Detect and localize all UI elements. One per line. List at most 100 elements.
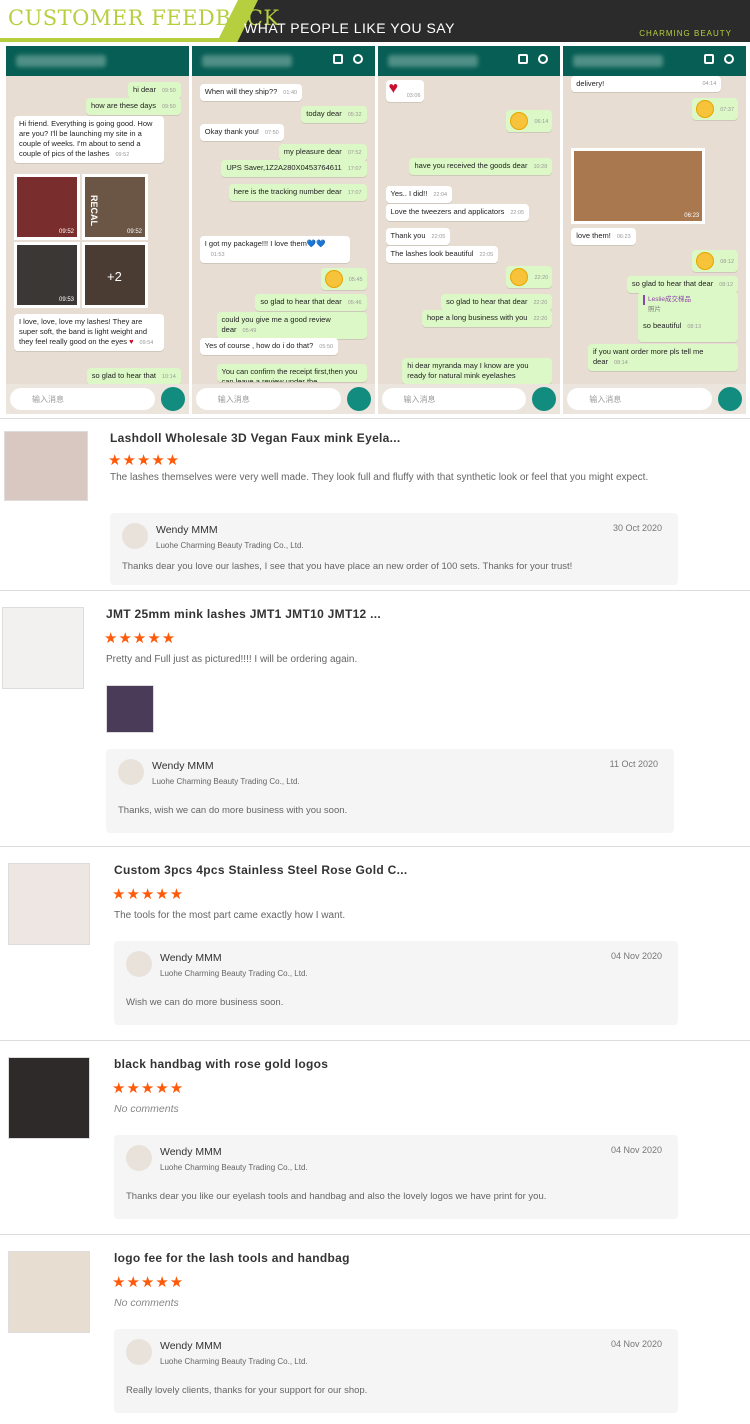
chat-message: delivery! 04:14: [571, 76, 722, 92]
video-call-icon[interactable]: [332, 54, 343, 64]
reply-text: Thanks dear you like our eyelash tools a…: [126, 1191, 547, 1202]
no-comments-label: No comments: [114, 1297, 179, 1309]
review-item: logo fee for the lash tools and handbag …: [0, 1234, 750, 1424]
chat-message: The lashes look beautiful 22:05: [385, 246, 499, 263]
kiss-emoji-icon: [510, 268, 529, 286]
chat-header: [6, 46, 189, 76]
mic-icon[interactable]: [346, 387, 371, 411]
product-thumbnail[interactable]: [2, 607, 84, 689]
reply-author: Wendy MMM: [156, 524, 218, 536]
chat-message: 06:14: [506, 110, 553, 132]
review-text: Pretty and Full just as pictured!!!! I w…: [106, 654, 358, 665]
reply-text: Thanks dear you love our lashes, I see t…: [122, 561, 573, 572]
chat-message: so glad to hear that dear 05:46: [255, 294, 367, 311]
reply-date: 30 Oct 2020: [612, 523, 662, 533]
seller-reply: Wendy MMM Luohe Charming Beauty Trading …: [114, 1329, 678, 1413]
avatar: [122, 523, 148, 549]
product-title[interactable]: Lashdoll Wholesale 3D Vegan Faux mink Ey…: [110, 431, 401, 445]
chat-message: my pleasure dear 07:52: [278, 144, 367, 161]
reply-text: Thanks, wish we can do more business wit…: [118, 805, 348, 816]
smile-emoji-icon: [696, 100, 715, 118]
chat-message: could you give me a good review dear 05:4…: [216, 312, 367, 339]
chat-screenshots: hi dear 09:50 how are these days 09:50 Hi …: [6, 46, 746, 414]
chat-message: hi dear 09:50: [128, 82, 181, 99]
chat-panel-4: delivery! 04:14 07:37 06:23 love them! 06:…: [563, 46, 746, 414]
feedback-banner: CUSTOMER FEEDBACK WHAT PEOPLE LIKE YOU S…: [0, 0, 750, 42]
chat-message: if you want order more pls tell me dear 0…: [588, 344, 738, 371]
heart-icon: ♥: [388, 80, 399, 97]
mic-icon[interactable]: [718, 387, 742, 411]
star-rating: ★★★★★: [104, 630, 177, 647]
reply-text: Wish we can do more business soon.: [126, 997, 284, 1008]
mic-icon[interactable]: [160, 387, 185, 411]
message-input[interactable]: 输入消息: [195, 388, 341, 410]
product-title[interactable]: Custom 3pcs 4pcs Stainless Steel Rose Go…: [114, 863, 408, 877]
star-rating: ★★★★★: [108, 452, 181, 469]
video-call-icon[interactable]: [704, 54, 714, 64]
lash-photo: 09:53: [14, 242, 80, 308]
chat-message: Okay thank you! 07:50: [199, 124, 284, 141]
phone-icon[interactable]: [538, 54, 549, 64]
chat-header: [191, 46, 375, 76]
mic-icon[interactable]: [532, 387, 557, 411]
product-title[interactable]: logo fee for the lash tools and handbag: [114, 1251, 350, 1265]
chat-message: today dear 05:32: [301, 106, 367, 123]
reply-author: Wendy MMM: [160, 952, 222, 964]
chat-message: Love the tweezers and applicators 22:05: [385, 204, 530, 221]
review-item: black handbag with rose gold logos ★★★★★…: [0, 1040, 750, 1234]
chat-input-bar: 输入消息: [6, 384, 189, 414]
product-thumbnail[interactable]: [8, 1057, 90, 1139]
smile-emoji-icon: [324, 270, 343, 288]
message-input[interactable]: 输入消息: [10, 388, 155, 410]
product-title[interactable]: JMT 25mm mink lashes JMT1 JMT10 JMT12 ..…: [106, 607, 381, 621]
chat-message: here is the tracking number dear 17:07: [228, 184, 367, 201]
reply-author: Wendy MMM: [160, 1146, 222, 1158]
seller-reply: Wendy MMM Luohe Charming Beauty Trading …: [114, 1135, 678, 1219]
customer-photo: 06:23: [571, 148, 706, 224]
message-input[interactable]: 输入消息: [567, 388, 712, 410]
no-comments-label: No comments: [114, 1103, 179, 1115]
chat-panel-1: hi dear 09:50 how are these days 09:50 Hi …: [6, 46, 189, 414]
seller-reply: Wendy MMM Luohe Charming Beauty Trading …: [110, 513, 678, 585]
star-rating: ★★★★★: [112, 1274, 185, 1291]
star-rating: ★★★★★: [112, 886, 185, 903]
smile-emoji-icon: [510, 112, 529, 130]
chat-message: ♥ 03:06: [385, 80, 424, 102]
reply-company: Luohe Charming Beauty Trading Co., Ltd.: [160, 1163, 308, 1172]
reply-date: 11 Oct 2020: [609, 759, 658, 769]
chat-message: Yes.. I did!! 22:04: [385, 186, 453, 203]
chat-message: 07:37: [692, 98, 738, 120]
phone-icon[interactable]: [724, 54, 734, 64]
chat-message: 22:20: [506, 266, 553, 288]
review-item: Lashdoll Wholesale 3D Vegan Faux mink Ey…: [0, 418, 750, 590]
chat-header: [377, 46, 561, 76]
review-text: The tools for the most part came exactly…: [114, 910, 346, 921]
banner-subtitle: WHAT PEOPLE LIKE YOU SAY: [244, 20, 455, 36]
lash-photo: RECAL 09:52: [82, 174, 148, 240]
chat-input-bar: 输入消息: [377, 384, 561, 414]
chat-message: so glad to hear that dear 08:12: [626, 276, 738, 293]
reply-date: 04 Nov 2020: [610, 1145, 662, 1155]
review-photo[interactable]: [106, 685, 154, 733]
product-thumbnail[interactable]: [8, 1251, 90, 1333]
banner-title: CUSTOMER FEEDBACK: [8, 6, 280, 30]
video-call-icon[interactable]: [518, 54, 529, 64]
seller-reply: Wendy MMM Luohe Charming Beauty Trading …: [106, 749, 674, 833]
phone-icon[interactable]: [352, 54, 363, 64]
chat-input-bar: 输入消息: [191, 384, 375, 414]
chat-message: UPS Saver,1Z2A280X0453764611 17:07: [221, 160, 367, 177]
product-thumbnail[interactable]: [4, 431, 88, 501]
contact-name-blurred: [16, 55, 106, 67]
product-thumbnail[interactable]: [8, 863, 90, 945]
product-title[interactable]: black handbag with rose gold logos: [114, 1057, 328, 1071]
review-text: The lashes themselves were very well mad…: [110, 472, 649, 483]
reply-company: Luohe Charming Beauty Trading Co., Ltd.: [152, 777, 300, 786]
chat-message: 08:12: [692, 250, 738, 272]
reply-date: 04 Nov 2020: [610, 1339, 662, 1349]
avatar: [126, 1339, 152, 1365]
brand-name: CHARMING BEAUTY: [639, 29, 732, 38]
lash-photo: 09:52: [14, 174, 80, 240]
chat-message: how are these days 09:50: [85, 98, 181, 115]
message-input[interactable]: 输入消息: [381, 388, 527, 410]
avatar: [126, 1145, 152, 1171]
